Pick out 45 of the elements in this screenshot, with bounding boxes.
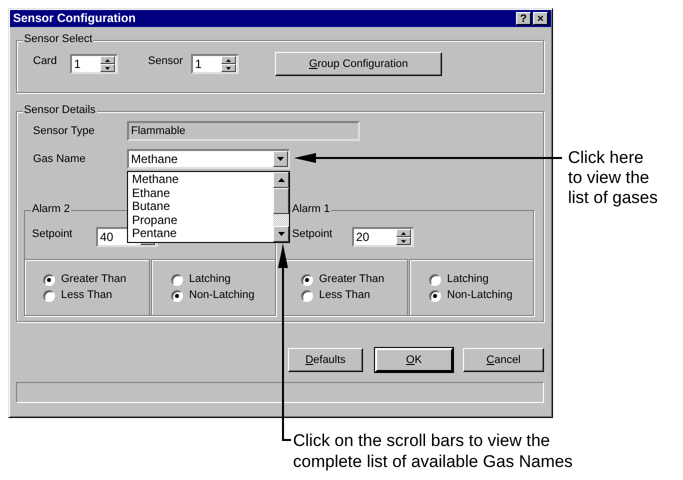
callout-text: Click here to view the list of gases [568, 148, 658, 208]
scroll-up-button[interactable] [273, 172, 289, 188]
spin-down-button[interactable] [396, 237, 411, 245]
up-arrow-icon [401, 232, 406, 234]
dialog-button[interactable]: Defaults [288, 348, 363, 372]
spin-up-button[interactable] [221, 56, 236, 64]
radio-label: Less Than [319, 289, 370, 302]
help-button[interactable]: ? [516, 12, 531, 25]
radio-label: Non-Latching [189, 289, 254, 302]
scroll-down-button[interactable] [273, 226, 289, 242]
radio-label: Latching [447, 273, 489, 286]
up-arrow-icon [278, 178, 284, 182]
field-label: Sensor Type [33, 125, 95, 138]
radio-label: Non-Latching [447, 289, 512, 302]
window-title: Sensor Configuration [13, 12, 137, 25]
callout-text: Click on the scroll bars to view the complete list of available Gas Names [293, 430, 573, 472]
group-configuration-button[interactable]: Group Configuration [275, 52, 442, 76]
radio-label: Less Than [61, 289, 112, 302]
spin-up-button[interactable] [100, 56, 115, 64]
up-arrow-icon [226, 58, 231, 62]
dialog-button[interactable]: OK [375, 348, 453, 372]
down-arrow-icon [277, 157, 284, 161]
field-label: Sensor [148, 55, 183, 68]
radio-label: Greater Than [61, 273, 126, 286]
close-button[interactable]: × [533, 12, 548, 25]
gas-name-dropdown[interactable]: Methane [127, 149, 290, 169]
spin-down-button[interactable] [100, 64, 115, 72]
down-arrow-icon [401, 240, 406, 242]
radio-label: Greater Than [319, 273, 384, 286]
scroll-thumb[interactable] [273, 188, 289, 214]
down-arrow-icon [226, 66, 231, 70]
dialog-button[interactable]: Cancel [463, 348, 544, 372]
field-label: Gas Name [33, 153, 86, 166]
scroll-bar[interactable] [273, 172, 289, 242]
spin-down-button[interactable] [221, 64, 236, 72]
field-label: Setpoint [292, 228, 332, 241]
dropdown-button[interactable] [273, 151, 288, 167]
up-arrow-icon [105, 58, 110, 62]
radio-label: Latching [189, 273, 231, 286]
down-arrow-icon [278, 232, 284, 236]
down-arrow-icon [105, 66, 110, 70]
sensor-type-field: Flammable [127, 121, 360, 141]
field-label: Setpoint [32, 228, 72, 241]
spin-up-button[interactable] [396, 229, 411, 237]
field-label: Card [33, 55, 57, 68]
